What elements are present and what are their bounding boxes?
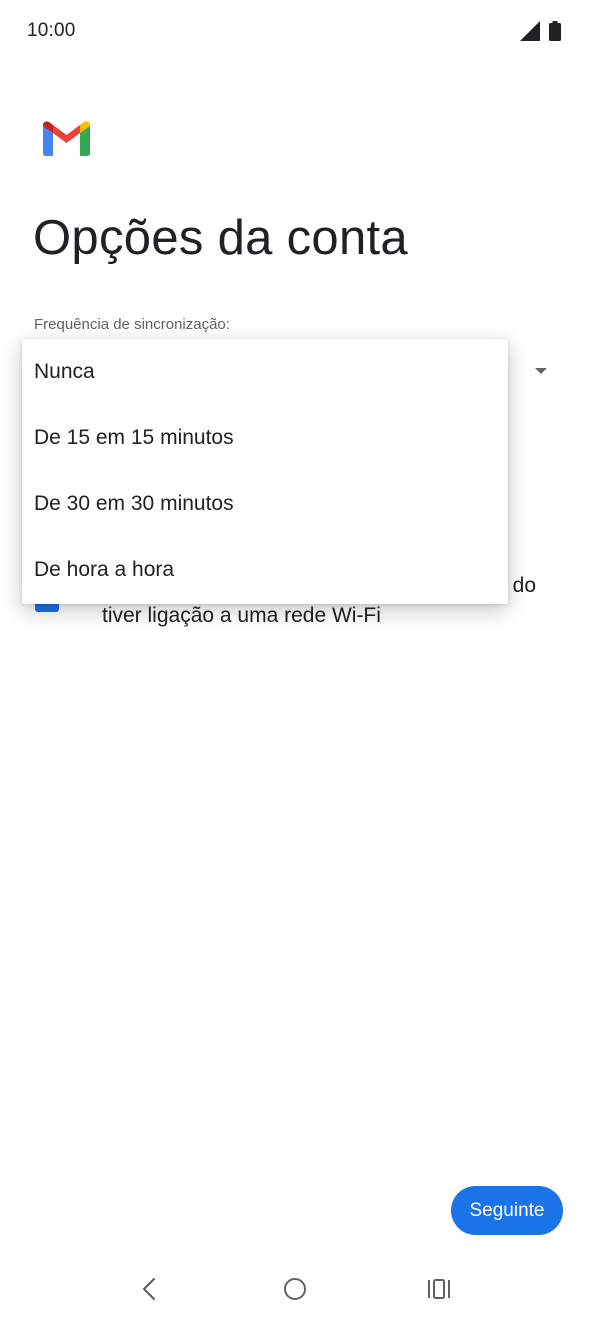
sync-frequency-menu: Nunca De 15 em 15 minutos De 30 em 30 mi… [22,339,508,604]
battery-icon [549,21,561,41]
status-time: 10:00 [27,20,76,41]
page-title: Opções da conta [33,211,408,265]
wifi-only-label-line2: tiver ligação a uma rede Wi-Fi [102,604,381,627]
menu-item-15-minutes[interactable]: De 15 em 15 minutos [22,405,508,471]
menu-item-hourly[interactable]: De hora a hora [22,537,508,603]
signal-icon [520,21,540,41]
menu-item-30-minutes[interactable]: De 30 em 30 minutos [22,471,508,537]
home-icon[interactable] [283,1277,307,1301]
menu-item-nunca[interactable]: Nunca [22,339,508,405]
sync-frequency-label: Frequência de sincronização: [34,316,230,333]
recents-icon[interactable] [427,1278,451,1300]
gmail-logo-icon [43,121,90,156]
dropdown-arrow-icon[interactable] [533,366,549,376]
status-bar: 10:00 [0,0,596,62]
back-icon[interactable] [138,1276,160,1302]
next-button[interactable]: Seguinte [451,1186,563,1235]
